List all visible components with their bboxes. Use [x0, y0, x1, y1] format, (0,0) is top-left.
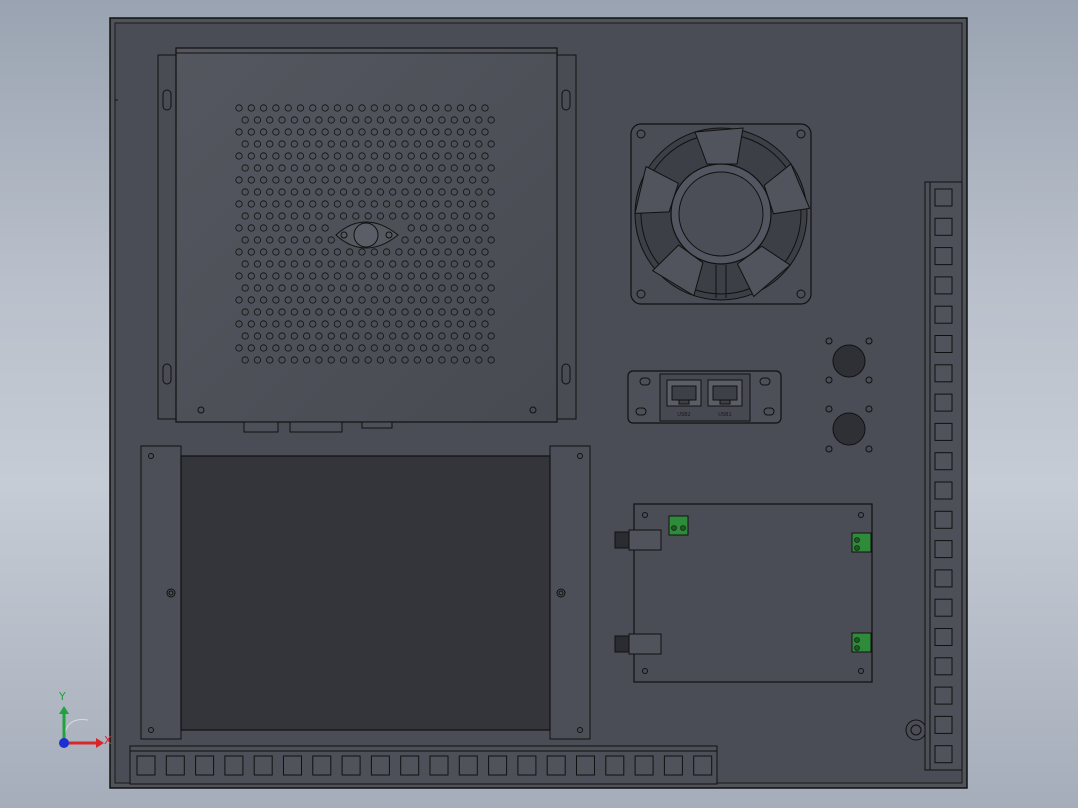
port-label-usb1: USB1 [718, 412, 731, 418]
cad-viewport[interactable]: USB2 USB1 X Y [0, 0, 1078, 808]
terminal-slot [224, 755, 244, 776]
port-label-usb2: USB2 [677, 412, 690, 418]
terminal-slot [934, 481, 953, 500]
terminal-slot [136, 755, 156, 776]
cooling-fan [630, 123, 812, 305]
terminal-slot [934, 745, 953, 764]
terminal-slot [934, 364, 953, 383]
terminal-slot [605, 755, 625, 776]
x-axis-label: X [104, 734, 112, 747]
terminal-slot [253, 755, 273, 776]
terminal-slot [934, 628, 953, 646]
terminal-slot [370, 755, 390, 776]
industrial-computer [157, 47, 577, 433]
terminal-slot [934, 335, 953, 353]
terminal-slot [517, 755, 537, 776]
terminal-slot [934, 188, 953, 207]
terminal-slot [934, 305, 953, 324]
port-usb1[interactable] [707, 379, 743, 407]
terminal-slot [934, 217, 953, 236]
control-circuit-board [614, 503, 873, 683]
terminal-slot [934, 422, 953, 441]
terminal-slot [429, 755, 449, 776]
terminal-slot [400, 755, 420, 776]
terminal-slot [693, 755, 713, 776]
terminal-slot [934, 510, 953, 529]
network-port-bracket: USB2 USB1 [627, 370, 782, 424]
terminal-slot [195, 755, 215, 776]
terminal-slot [663, 755, 683, 776]
terminal-slot [934, 657, 953, 676]
terminal-slot [576, 755, 595, 776]
y-axis-arrowhead [59, 706, 69, 714]
terminal-slot [488, 755, 508, 776]
terminal-slot [934, 393, 953, 412]
z-axis-dot [59, 738, 69, 748]
terminal-slot [934, 276, 953, 295]
terminal-slot [165, 755, 185, 776]
terminal-slot [934, 452, 953, 471]
terminal-slot [934, 715, 953, 734]
terminal-slot [934, 247, 953, 266]
terminal-slot [458, 755, 478, 776]
terminal-slot [634, 755, 654, 776]
terminal-rail-bottom [129, 745, 718, 785]
terminal-slot [934, 569, 953, 588]
terminal-slot [934, 540, 953, 559]
terminal-slot [312, 755, 332, 776]
terminal-slot [341, 755, 361, 776]
terminal-slot [934, 686, 953, 705]
coordinate-triad: X Y [58, 690, 112, 748]
terminal-slot [546, 755, 566, 776]
terminal-rail-right [924, 181, 963, 771]
terminal-slot [283, 755, 302, 776]
y-axis-label: Y [58, 690, 66, 703]
terminal-slot [934, 598, 953, 617]
x-axis-arrowhead [96, 738, 104, 748]
display-module [140, 445, 591, 740]
port-usb2[interactable] [666, 379, 702, 407]
